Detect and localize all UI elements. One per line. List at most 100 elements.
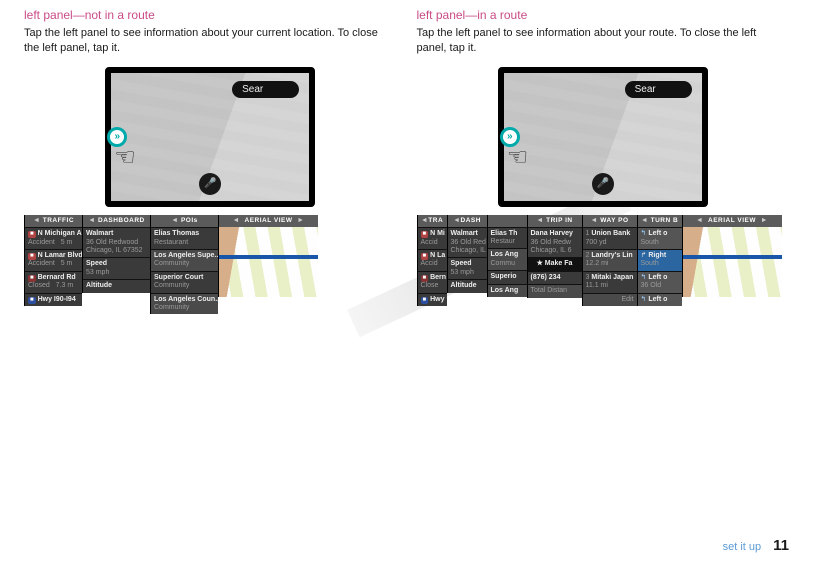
turn-street: 36 Old xyxy=(641,282,662,289)
traffic-road: N Michigan A.. xyxy=(38,230,82,237)
waypoint-name: Mitaki Japan xyxy=(591,274,633,281)
dashboard-altitude-label: Altitude xyxy=(86,282,112,289)
poi-name: Los Ang xyxy=(491,251,519,258)
poi-name: Elias Thomas xyxy=(154,230,199,237)
waypoint-number: 2 xyxy=(586,252,590,259)
dashboard-altitude-label: Altitude xyxy=(451,282,477,289)
trip-address-1: 36 Old Redw xyxy=(531,239,571,246)
panel-dashboard[interactable]: ◄ DASHBOARD Walmart36 Old RedwoodChicago… xyxy=(82,215,150,293)
panel-row-left: ◄ TRAFFIC ■ N Michigan A..Accident 5 m ■… xyxy=(24,215,397,315)
panel-aerial-view[interactable]: ◄ AERIAL VIEW ► xyxy=(682,215,782,297)
trip-phone: (876) 234 xyxy=(531,274,561,281)
page-footer: set it up 11 xyxy=(723,537,789,554)
footer-section-label: set it up xyxy=(723,541,762,553)
traffic-type: Accident xyxy=(28,260,55,267)
turn-street: South xyxy=(641,239,659,246)
panel-aerial-view[interactable]: ◄ AERIAL VIEW ► xyxy=(218,215,318,297)
poi-category: Commu xyxy=(491,260,516,267)
dashboard-speed-value: 53 mph xyxy=(86,269,109,276)
traffic-road: N Lamar Blvd xyxy=(38,252,82,259)
turn-direction: Right xyxy=(648,252,666,259)
pointing-hand-icon: ☜ xyxy=(507,143,529,172)
traffic-distance: 7.3 m xyxy=(56,282,74,289)
panel-pois[interactable]: Elias ThRestaur Los AngCommu Superio Los… xyxy=(487,215,527,297)
panel-header-label: AERIAL VIEW xyxy=(245,217,293,224)
trip-address-2: Chicago, IL 6 xyxy=(531,247,572,254)
panel-header-label: WAY PO xyxy=(600,217,628,224)
poi-name: Los Ang xyxy=(491,287,519,294)
poi-category: Community xyxy=(154,260,189,267)
dashboard-place: Walmart xyxy=(86,230,113,237)
phone-mock-left: Sear » ☜ 🎤 xyxy=(105,67,315,207)
section-body-right: Tap the left panel to see information ab… xyxy=(417,26,790,57)
poi-category: Community xyxy=(154,304,189,311)
dashboard-address-2: Chicago, IL 67352 xyxy=(86,247,143,254)
panel-pois[interactable]: ◄ POIs Elias ThomasRestaurant Los Angele… xyxy=(150,215,218,315)
dashboard-address-1: 36 Old Red xyxy=(451,239,486,246)
poi-category: Restaurant xyxy=(154,239,188,246)
panel-traffic[interactable]: ◄TRA ■ N MiAccid ■ N LaAccid ■ BernClose… xyxy=(417,215,447,306)
waypoint-name: Landry's Lin xyxy=(591,252,632,259)
traffic-type: Accident xyxy=(28,239,55,246)
page-content: left panel—not in a route Tap the left p… xyxy=(0,0,813,566)
dashboard-address-2: Chicago, IL xyxy=(451,247,486,254)
mic-icon: 🎤 xyxy=(597,178,609,189)
search-pill[interactable]: Sear xyxy=(625,81,692,98)
turn-direction: Left o xyxy=(648,296,667,303)
mic-button[interactable]: 🎤 xyxy=(592,173,614,195)
aerial-map xyxy=(219,227,318,297)
traffic-road: Hwy I90-I94 xyxy=(38,296,76,303)
panel-header-label: DASHBOARD xyxy=(98,217,145,224)
panel-waypoints[interactable]: ◄ WAY PO 1 Union Bank700 yd 2 Landry's L… xyxy=(582,215,637,306)
waypoint-distance: 11.1 mi xyxy=(586,282,608,289)
panel-dashboard[interactable]: ◄DASH Walmart36 Old RedChicago, IL Speed… xyxy=(447,215,487,293)
aerial-map xyxy=(683,227,782,297)
panel-header-label: TRAFFIC xyxy=(43,217,74,224)
waypoint-name: Union Bank xyxy=(591,230,630,237)
page-number: 11 xyxy=(773,537,789,554)
panel-header-label: POIs xyxy=(181,217,198,224)
waypoint-distance: 12.2 mi xyxy=(586,260,609,267)
search-pill[interactable]: Sear xyxy=(232,81,299,98)
section-heading-left: left panel—not in a route xyxy=(24,8,397,22)
traffic-distance: 5 m xyxy=(61,260,73,267)
traffic-type: Closed xyxy=(28,282,50,289)
mic-icon: 🎤 xyxy=(204,178,216,189)
panel-turn-by-turn[interactable]: ◄ TURN B ↰ Left oSouth ↱ RightSouth ↰ Le… xyxy=(637,215,682,306)
trip-name: Dana Harvey xyxy=(531,230,573,237)
traffic-road: Bernard Rd xyxy=(38,274,76,281)
trip-total-distance-label: Total Distan xyxy=(531,287,568,294)
traffic-distance: 5 m xyxy=(61,239,73,246)
panel-header-label: TURN B xyxy=(651,217,679,224)
panel-header-label: TRA xyxy=(428,217,443,224)
poi-name: Elias Th xyxy=(491,230,518,237)
waypoint-distance: 700 yd xyxy=(586,239,607,246)
waypoint-number: 3 xyxy=(586,274,590,281)
edit-button[interactable]: Edit xyxy=(621,296,633,303)
turn-direction: Left o xyxy=(648,274,667,281)
poi-name: Superio xyxy=(491,273,517,280)
poi-category: Community xyxy=(154,282,189,289)
make-favorite-button[interactable]: ★ Make Fa xyxy=(537,260,573,267)
panel-row-right: ◄TRA ■ N MiAccid ■ N LaAccid ■ BernClose… xyxy=(417,215,790,306)
dashboard-speed-label: Speed xyxy=(86,260,107,267)
panel-traffic[interactable]: ◄ TRAFFIC ■ N Michigan A..Accident 5 m ■… xyxy=(24,215,82,306)
column-left: left panel—not in a route Tap the left p… xyxy=(24,8,397,314)
dashboard-speed-label: Speed xyxy=(451,260,472,267)
dashboard-place: Walmart xyxy=(451,230,478,237)
poi-name: Los Angeles Supe.. xyxy=(154,252,218,259)
panel-header-label: AERIAL VIEW xyxy=(708,217,756,224)
phone-mock-right: Sear » ☜ 🎤 xyxy=(498,67,708,207)
panel-trip-info[interactable]: ◄ TRIP IN Dana Harvey36 Old RedwChicago,… xyxy=(527,215,582,298)
pointing-hand-icon: ☜ xyxy=(114,143,136,172)
poi-name: Los Angeles Coun.. xyxy=(154,296,218,303)
panel-header-label: TRIP IN xyxy=(546,217,573,224)
poi-name: Superior Court xyxy=(154,274,203,281)
waypoint-number: 1 xyxy=(586,230,590,237)
turn-street: South xyxy=(641,260,659,267)
section-heading-right: left panel—in a route xyxy=(417,8,790,22)
dashboard-address-1: 36 Old Redwood xyxy=(86,239,138,246)
panel-header-label: DASH xyxy=(461,217,481,224)
column-right: left panel—in a route Tap the left panel… xyxy=(417,8,790,314)
mic-button[interactable]: 🎤 xyxy=(199,173,221,195)
